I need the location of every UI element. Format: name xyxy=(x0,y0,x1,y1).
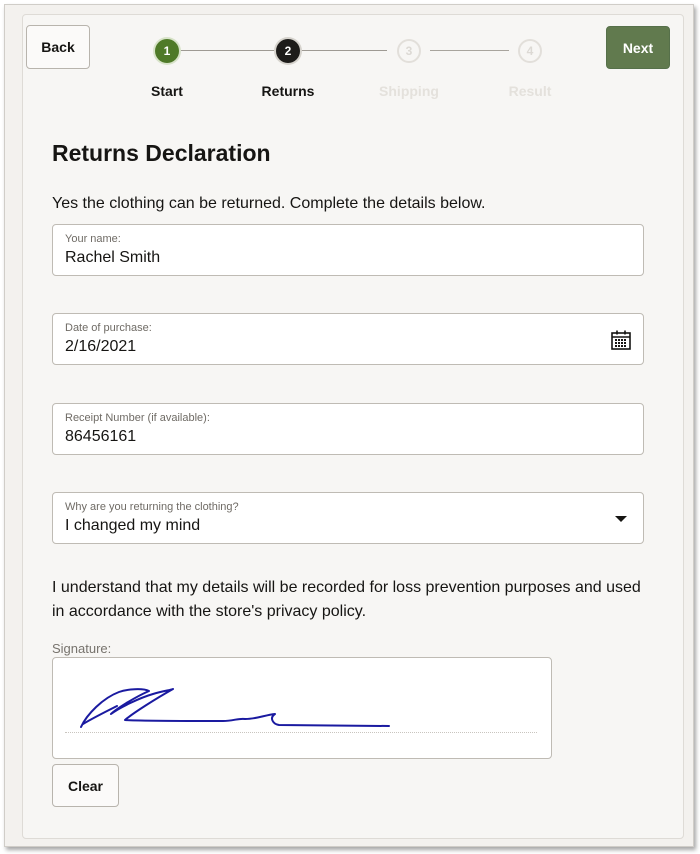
return-reason-select[interactable]: Why are you returning the clothing? I ch… xyxy=(52,492,644,544)
step-4-indicator: 4 xyxy=(518,39,542,63)
signature-pad[interactable] xyxy=(52,657,552,759)
next-button[interactable]: Next xyxy=(606,26,670,69)
clear-signature-button[interactable]: Clear xyxy=(52,764,119,807)
date-of-purchase-field[interactable]: Date of purchase: 2/16/2021 xyxy=(52,313,644,365)
step-4-label: Result xyxy=(508,83,552,99)
intro-text: Yes the clothing can be returned. Comple… xyxy=(52,195,486,212)
step-connector xyxy=(300,50,387,51)
step-connector xyxy=(178,50,275,51)
receipt-field-value[interactable]: 86456161 xyxy=(65,428,136,446)
name-field-label: Your name: xyxy=(65,233,121,245)
signature-stroke xyxy=(80,688,390,728)
step-1-label: Start xyxy=(151,83,183,99)
caret-down-icon[interactable] xyxy=(609,507,633,531)
calendar-icon[interactable] xyxy=(609,328,633,352)
privacy-notice: I understand that my details will be rec… xyxy=(52,579,641,620)
page-title: Returns Declaration xyxy=(52,140,271,166)
step-connector xyxy=(430,50,509,51)
step-3-label: Shipping xyxy=(379,83,439,99)
date-field-value[interactable]: 2/16/2021 xyxy=(65,338,136,356)
name-field-value[interactable]: Rachel Smith xyxy=(65,249,160,267)
date-field-label: Date of purchase: xyxy=(65,322,152,334)
step-3-indicator: 3 xyxy=(397,39,421,63)
name-field[interactable]: Your name: Rachel Smith xyxy=(52,224,644,276)
reason-field-value[interactable]: I changed my mind xyxy=(65,517,200,535)
step-1-indicator: 1 xyxy=(155,39,179,63)
reason-field-label: Why are you returning the clothing? xyxy=(65,501,239,513)
back-button[interactable]: Back xyxy=(26,25,90,69)
receipt-field-label: Receipt Number (if available): xyxy=(65,412,210,424)
step-2-label: Returns xyxy=(261,83,315,99)
signature-label: Signature: xyxy=(52,641,112,656)
receipt-number-field[interactable]: Receipt Number (if available): 86456161 xyxy=(52,403,644,455)
signature-baseline xyxy=(65,732,537,733)
step-2-indicator: 2 xyxy=(276,39,300,63)
